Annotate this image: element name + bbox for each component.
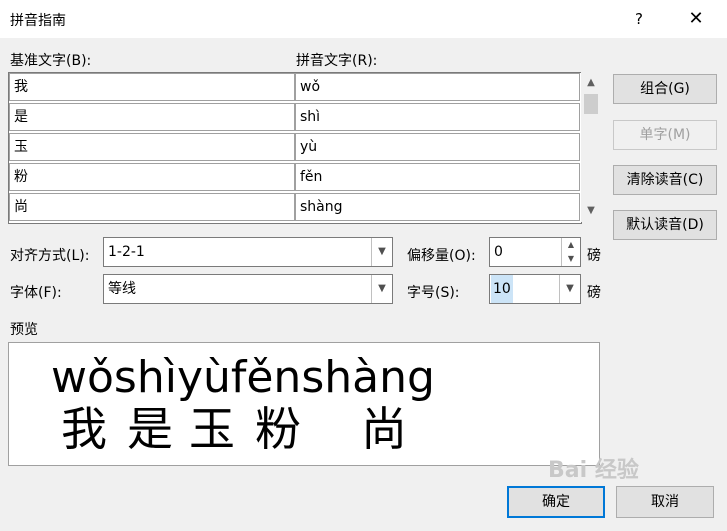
preview-box: wǒshìyùfěnshàng 我 是 玉 粉 尚 <box>8 342 600 466</box>
pinyin-cell[interactable]: yù <box>295 133 580 161</box>
preview-label: 预览 <box>10 322 38 338</box>
base-cell[interactable]: 我 <box>9 73 295 101</box>
size-value: 10 <box>491 275 513 303</box>
scroll-thumb[interactable] <box>584 94 598 114</box>
offset-spinner[interactable]: 0 ▲ ▼ <box>489 237 581 267</box>
font-value: 等线 <box>108 281 136 297</box>
size-label: 字号(S): <box>407 285 460 301</box>
offset-label: 偏移量(O): <box>407 248 476 264</box>
base-text-label: 基准文字(B): <box>10 53 92 69</box>
size-select[interactable]: 10 ▼ <box>489 274 581 304</box>
spin-up-icon[interactable]: ▲ <box>561 238 580 252</box>
grid-scrollbar[interactable]: ▲ ▼ <box>581 72 601 222</box>
group-button[interactable]: 组合(G) <box>613 74 717 104</box>
clear-reading-button[interactable]: 清除读音(C) <box>613 165 717 195</box>
offset-value: 0 <box>494 244 503 260</box>
chevron-down-icon[interactable]: ▼ <box>559 275 580 303</box>
scroll-down-icon[interactable]: ▼ <box>581 202 601 220</box>
base-cell[interactable]: 粉 <box>9 163 295 191</box>
pinyin-text-label: 拼音文字(R): <box>296 53 378 69</box>
help-button[interactable]: ? <box>624 6 654 32</box>
pinyin-cell[interactable]: shàng <box>295 193 580 221</box>
font-select[interactable]: 等线 ▼ <box>103 274 393 304</box>
preview-pinyin: wǒshìyùfěnshàng <box>51 352 435 403</box>
single-char-button[interactable]: 单字(M) <box>613 120 717 150</box>
close-button[interactable]: ✕ <box>678 6 714 32</box>
align-label: 对齐方式(L): <box>10 248 90 264</box>
dialog-title: 拼音指南 <box>10 13 66 29</box>
chevron-down-icon[interactable]: ▼ <box>371 238 392 266</box>
pinyin-cell[interactable]: shì <box>295 103 580 131</box>
pinyin-cell[interactable]: wǒ <box>295 73 580 101</box>
preview-char: 我 <box>61 402 107 456</box>
default-reading-button[interactable]: 默认读音(D) <box>613 210 717 240</box>
font-label: 字体(F): <box>10 285 62 301</box>
align-value: 1-2-1 <box>108 244 145 260</box>
scroll-up-icon[interactable]: ▲ <box>581 74 601 92</box>
align-select[interactable]: 1-2-1 ▼ <box>103 237 393 267</box>
base-cell[interactable]: 尚 <box>9 193 295 221</box>
base-cell[interactable]: 是 <box>9 103 295 131</box>
title-bar <box>0 0 727 38</box>
ok-button[interactable]: 确定 <box>507 486 605 518</box>
size-unit: 磅 <box>587 285 601 301</box>
cancel-button[interactable]: 取消 <box>616 486 714 518</box>
preview-char: 玉 <box>189 402 235 456</box>
ruby-grid: 我 wǒ 是 shì 玉 yù 粉 fěn 尚 shàng <box>8 72 582 224</box>
preview-char: 粉 <box>255 402 301 456</box>
spin-down-icon[interactable]: ▼ <box>561 252 580 266</box>
offset-unit: 磅 <box>587 248 601 264</box>
pinyin-cell[interactable]: fěn <box>295 163 580 191</box>
chevron-down-icon[interactable]: ▼ <box>371 275 392 303</box>
preview-char: 是 <box>127 402 173 456</box>
watermark-logo: Bai 经验 <box>548 458 639 483</box>
preview-char: 尚 <box>361 402 407 456</box>
base-cell[interactable]: 玉 <box>9 133 295 161</box>
